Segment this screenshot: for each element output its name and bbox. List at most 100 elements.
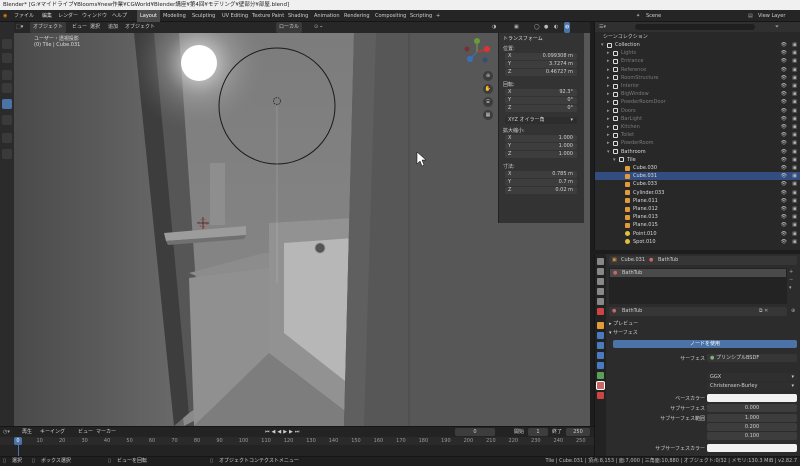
render-camera-icon[interactable]: ▣ [792,221,797,229]
render-camera-icon[interactable]: ▣ [792,90,797,98]
expand-arrow-icon[interactable]: ▸ [607,115,610,123]
material-tab-icon[interactable] [596,381,605,390]
view-layer-selector[interactable]: View Layer [758,10,785,22]
transform-tool-icon[interactable] [2,115,12,125]
shading-solid-icon[interactable]: ● [544,22,548,33]
render-camera-icon[interactable]: ▣ [792,74,797,82]
outliner-row[interactable]: ▸ PowderRoom 👁 ▣ [595,139,800,147]
transform-orientation-selector[interactable]: ローカル [276,22,303,33]
cursor-tool-icon[interactable] [2,53,12,63]
outliner-display-mode-icon[interactable]: ☰▾ [599,22,606,32]
workspace-tab-animation[interactable]: Animation [311,10,343,22]
render-camera-icon[interactable]: ▣ [792,57,797,65]
render-camera-icon[interactable]: ▣ [792,180,797,188]
workspace-tab-compositing[interactable]: Compositing [372,10,409,22]
output-tab-icon[interactable] [597,278,604,285]
outliner-search-input[interactable] [635,24,755,30]
visibility-eye-icon[interactable]: 👁 [781,180,787,188]
outliner-row[interactable]: Plane.013 👁 ▣ [595,213,800,221]
expand-arrow-icon[interactable]: ▸ [607,66,610,74]
expand-arrow-icon[interactable]: ▸ [607,82,610,90]
viewport-menu-view[interactable]: ビュー [72,22,87,33]
scale-x-field[interactable]: X 1.000 [505,135,577,142]
timeline-menu-playback[interactable]: 再生 [22,427,32,437]
visibility-eye-icon[interactable]: 👁 [781,172,787,180]
pin-icon[interactable]: ⊕ [791,307,795,316]
rotation-mode-selector[interactable]: XYZ オイラー角 ▾ [505,117,577,124]
measure-tool-icon[interactable] [2,149,12,159]
render-camera-icon[interactable]: ▣ [792,66,797,74]
location-y-field[interactable]: Y 3.7274 m [505,61,577,68]
expand-arrow-icon[interactable]: ▸ [607,131,610,139]
visibility-eye-icon[interactable]: 👁 [781,148,787,156]
render-camera-icon[interactable]: ▣ [792,197,797,205]
render-camera-icon[interactable]: ▣ [792,98,797,106]
visibility-eye-icon[interactable]: 👁 [781,82,787,90]
select-box-tool-icon[interactable] [2,39,12,49]
outliner-row[interactable]: ▾ Bathroom 👁 ▣ [595,148,800,156]
render-camera-icon[interactable]: ▣ [792,123,797,131]
start-frame-field[interactable]: 1 [528,428,548,436]
outliner-row[interactable]: ▸ Entrance 👁 ▣ [595,57,800,65]
render-camera-icon[interactable]: ▣ [792,139,797,147]
material-datablock-selector[interactable]: ● BathTub ⧉ ✕ [609,307,787,316]
playhead[interactable]: 0 [14,437,22,445]
object-tab-icon[interactable] [597,322,604,329]
slot-add-remove-icon[interactable]: + − ▾ [789,268,793,292]
render-camera-icon[interactable]: ▣ [792,230,797,238]
subsurface-color-swatch[interactable] [707,444,797,452]
expand-arrow-icon[interactable]: ▾ [607,148,610,156]
scene-selector[interactable]: Scene [646,10,661,22]
dimensions-y-field[interactable]: Y 0.7 m [505,179,577,186]
rotate-tool-icon[interactable] [2,83,12,93]
render-camera-icon[interactable]: ▣ [792,205,797,213]
render-camera-icon[interactable]: ▣ [792,172,797,180]
shading-wireframe-icon[interactable]: ◯ [534,22,540,33]
workspace-tab-scripting[interactable]: Scripting [407,10,435,22]
expand-arrow-icon[interactable]: ▾ [613,156,616,164]
world-tab-icon[interactable] [597,308,604,315]
subsurface-method-selector[interactable]: Christensen-Burley ▾ [707,382,797,390]
outliner-row[interactable]: ▸ Interior 👁 ▣ [595,82,800,90]
timeline-menu-keying[interactable]: キーイング [40,427,65,437]
rotation-z-field[interactable]: Z 0° [505,105,577,112]
perspective-toggle-icon[interactable]: ▦ [483,110,493,120]
navigation-gizmo[interactable]: ⊕ ✋ ⌸ ▦ [460,37,496,147]
particles-tab-icon[interactable] [597,342,604,349]
scene-collection-header[interactable]: シーンコレクション [603,33,648,40]
scale-y-field[interactable]: Y 1.000 [505,143,577,150]
visibility-eye-icon[interactable]: 👁 [781,238,787,246]
visibility-eye-icon[interactable]: 👁 [781,107,787,115]
expand-arrow-icon[interactable]: ▾ [601,41,604,49]
outliner-row[interactable]: Cube.031 👁 ▣ [595,172,800,181]
location-z-field[interactable]: Z 0.46727 m [505,69,577,76]
outliner-row[interactable]: ▸ Doors 👁 ▣ [595,107,800,115]
visibility-eye-icon[interactable]: 👁 [781,131,787,139]
texture-tab-icon[interactable] [597,392,604,399]
visibility-eye-icon[interactable]: 👁 [781,221,787,229]
outliner-row[interactable]: Cube.033 👁 ▣ [595,180,800,188]
use-nodes-button[interactable]: ノードを使用 [613,340,797,348]
expand-arrow-icon[interactable]: ▸ [607,57,610,65]
outliner-row[interactable]: ▾ Collection 👁 ▣ [595,41,800,49]
visibility-eye-icon[interactable]: 👁 [781,115,787,123]
expand-arrow-icon[interactable]: ▸ [607,74,610,82]
end-frame-field[interactable]: 250 [566,428,590,436]
subsurface-radius-y-field[interactable]: 0.200 [707,423,797,431]
render-camera-icon[interactable]: ▣ [792,189,797,197]
annotate-tool-icon[interactable] [2,133,12,143]
timeline-editor-icon[interactable]: ◷▾ [3,427,10,437]
distribution-selector[interactable]: GGX ▾ [707,373,797,381]
rotation-x-field[interactable]: X 92.3° [505,89,577,96]
outliner-row[interactable]: ▸ Kitchen 👁 ▣ [595,123,800,131]
filter-icon[interactable]: ⏷ [775,22,779,32]
transform-section-header[interactable]: トランスフォーム [503,35,543,42]
outliner-row[interactable]: ▸ Toilet 👁 ▣ [595,131,800,139]
visibility-eye-icon[interactable]: 👁 [781,41,787,49]
render-camera-icon[interactable]: ▣ [792,49,797,57]
outliner-row[interactable]: ▸ RoomStructure 👁 ▣ [595,74,800,82]
visibility-eye-icon[interactable]: 👁 [781,74,787,82]
expand-arrow-icon[interactable]: ▸ [607,49,610,57]
timeline-menu-marker[interactable]: マーカー [96,427,116,437]
render-camera-icon[interactable]: ▣ [792,41,797,49]
